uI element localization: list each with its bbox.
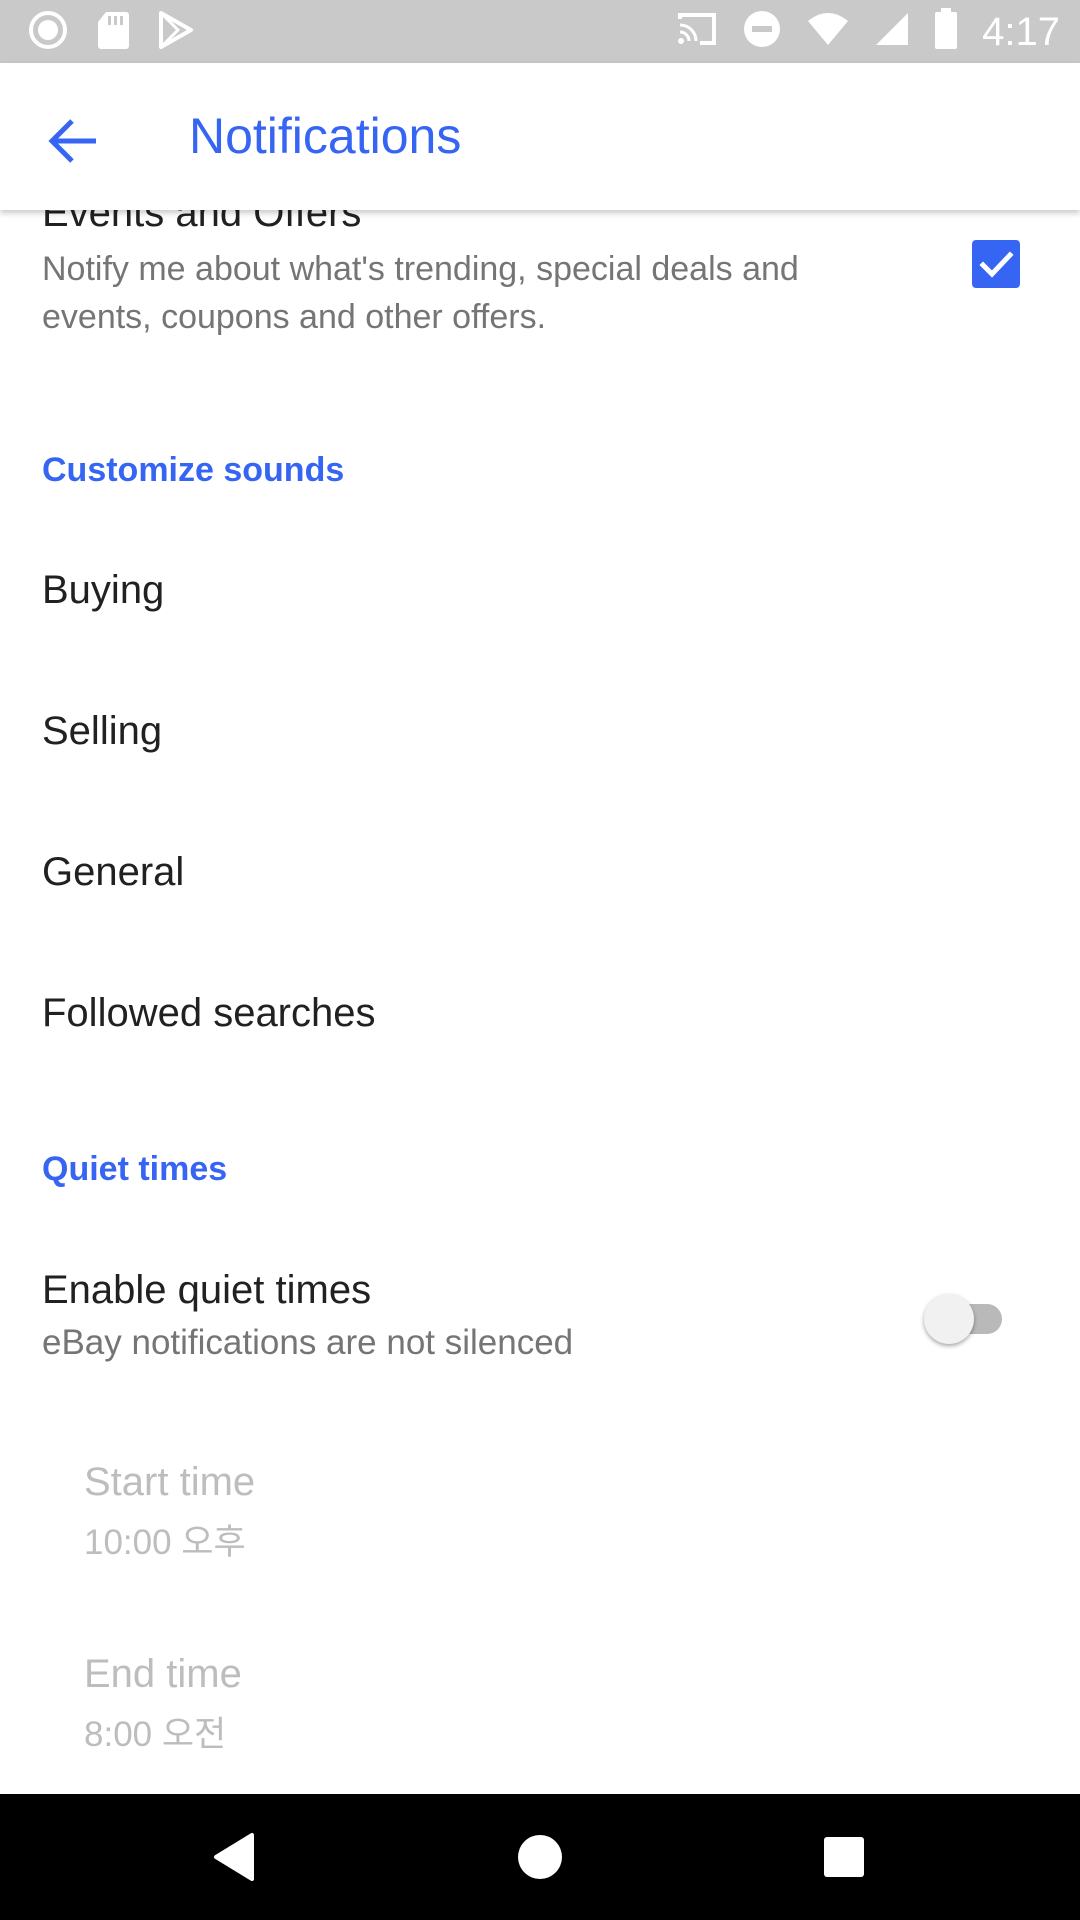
nav-home-button[interactable] (510, 1827, 570, 1887)
start-time-label: Start time (84, 1460, 256, 1504)
play-store-icon (158, 10, 194, 55)
navigation-bar (0, 1794, 1080, 1920)
end-time-label: End time (84, 1652, 242, 1696)
cast-icon (676, 11, 718, 52)
recents-square-icon (824, 1837, 864, 1877)
status-bar: 4:17 (0, 0, 1080, 63)
back-triangle-icon (214, 1833, 254, 1881)
sound-item-general[interactable]: General (42, 850, 184, 895)
battery-icon (934, 8, 958, 55)
section-quiet-times: Quiet times (42, 1150, 228, 1188)
events-offers-description: Notify me about what's trending, special… (42, 250, 799, 336)
app-bar: Notifications (0, 63, 1080, 210)
enable-quiet-times-label[interactable]: Enable quiet times (42, 1268, 371, 1313)
sound-item-followed-searches[interactable]: Followed searches (42, 991, 376, 1036)
wifi-icon (806, 11, 850, 52)
start-time-value: 10:00 오후 (84, 1523, 246, 1562)
back-button[interactable] (34, 101, 114, 181)
checkmark-icon (979, 251, 1014, 278)
do-not-disturb-icon (742, 9, 782, 54)
end-time-value: 8:00 오전 (84, 1715, 227, 1754)
signal-icon (874, 11, 910, 52)
page-title: Notifications (189, 108, 462, 164)
nav-back-button[interactable] (206, 1827, 266, 1887)
status-left-icons (28, 10, 194, 55)
sd-card-icon (96, 10, 130, 55)
sound-item-selling[interactable]: Selling (42, 709, 162, 754)
nav-recents-button[interactable] (814, 1827, 874, 1887)
enable-quiet-times-status: eBay notifications are not silenced (42, 1323, 574, 1362)
status-time: 4:17 (982, 9, 1060, 54)
events-offers-checkbox[interactable] (972, 240, 1020, 288)
switch-thumb (924, 1294, 974, 1344)
home-circle-icon (518, 1835, 562, 1879)
settings-list[interactable]: Events and Offers Notify me about what's… (0, 63, 1080, 1794)
section-customize-sounds: Customize sounds (42, 451, 345, 489)
sound-item-buying[interactable]: Buying (42, 568, 164, 613)
arrow-back-icon (48, 119, 96, 163)
record-icon (28, 10, 68, 55)
status-right-icons: 4:17 (676, 8, 1060, 55)
quiet-times-switch[interactable] (924, 1287, 1008, 1347)
